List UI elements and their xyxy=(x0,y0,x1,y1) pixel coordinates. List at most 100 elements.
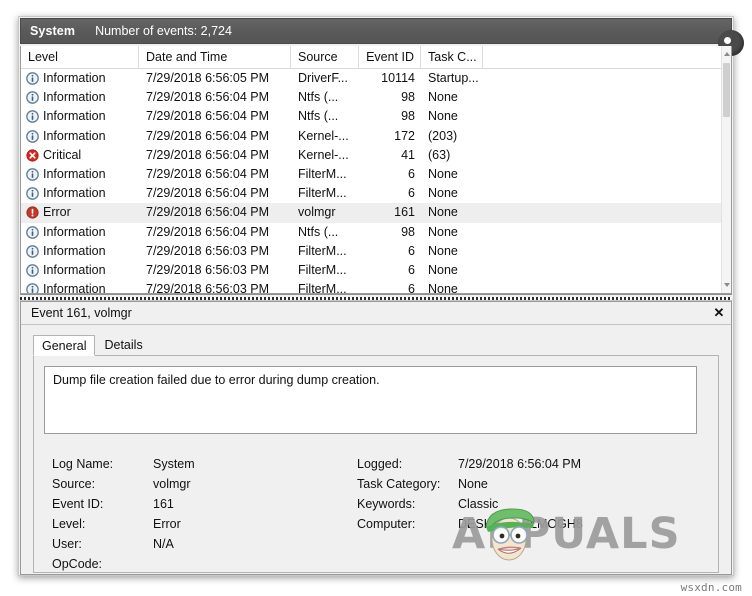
cell-level: Information xyxy=(21,280,139,293)
cell-source: FilterM... xyxy=(298,166,347,181)
log-name-label: System xyxy=(30,24,76,38)
cell-event-id: 6 xyxy=(408,243,415,258)
cell-source: Ntfs (... xyxy=(298,224,339,239)
cell-event-id: 10114 xyxy=(381,71,415,85)
table-row[interactable]: Information 7/29/2018 6:56:03 PM FilterM..… xyxy=(21,242,731,261)
cell-event-id: 6 xyxy=(408,282,415,294)
cell-task-category: None xyxy=(428,166,458,181)
information-icon xyxy=(26,129,39,143)
cell-level: Information xyxy=(21,261,139,280)
field-label: Logged: xyxy=(357,457,403,471)
cell-datetime: 7/29/2018 6:56:04 PM xyxy=(146,147,270,162)
scroll-down-arrow-icon[interactable] xyxy=(724,283,730,287)
cursor-knob-dot-icon xyxy=(724,37,731,44)
field-row: Source: volmgr xyxy=(52,474,352,494)
cell-event-id: 161 xyxy=(394,205,415,220)
level-label: Information xyxy=(43,166,106,181)
information-icon xyxy=(26,225,39,239)
level-label: Information xyxy=(43,243,106,258)
cell-level: Error xyxy=(21,203,139,222)
cell-event-id: 6 xyxy=(408,166,415,181)
close-icon[interactable]: ✕ xyxy=(710,304,728,322)
field-label: Source: xyxy=(52,477,96,491)
field-label: Log Name: xyxy=(52,457,114,471)
event-list-scrollbar[interactable] xyxy=(721,46,731,293)
field-row: Task Category: None xyxy=(357,474,687,494)
cell-task-category: (63) xyxy=(428,147,451,162)
cell-task-category: None xyxy=(428,224,458,239)
field-value: System xyxy=(153,457,195,471)
detail-tabstrip[interactable]: General Details xyxy=(33,333,731,356)
field-row: Level: Error xyxy=(52,514,352,534)
event-message-box[interactable]: Dump file creation failed due to error d… xyxy=(44,366,697,434)
cell-source: Ntfs (... xyxy=(298,90,339,105)
cell-level: Critical xyxy=(21,146,139,165)
column-header-event-id[interactable]: Event ID xyxy=(359,46,421,69)
field-label: Keywords: xyxy=(357,497,416,511)
field-row: Log Name: System xyxy=(52,454,352,474)
level-label: Information xyxy=(43,90,106,105)
cell-datetime: 7/29/2018 6:56:04 PM xyxy=(146,205,270,220)
table-row[interactable]: Information 7/29/2018 6:56:04 PM Ntfs (...… xyxy=(21,223,731,242)
cell-task-category: None xyxy=(428,205,458,220)
cell-level: Information xyxy=(21,69,139,88)
cell-datetime: 7/29/2018 6:56:04 PM xyxy=(146,224,270,239)
table-row[interactable]: Information 7/29/2018 6:56:03 PM FilterM..… xyxy=(21,261,731,280)
tab-general[interactable]: General xyxy=(33,335,96,356)
table-row[interactable]: Information 7/29/2018 6:56:03 PM FilterM..… xyxy=(21,280,731,294)
column-header-task-c[interactable]: Task C... xyxy=(421,46,483,69)
column-header-row[interactable]: Level Date and Time Source Event ID Task C..… xyxy=(21,46,731,69)
table-row[interactable]: Critical 7/29/2018 6:56:04 PM Kernel-... 41… xyxy=(21,146,731,165)
table-row[interactable]: Error 7/29/2018 6:56:04 PM volmgr 161 None xyxy=(21,203,731,223)
cell-task-category: None xyxy=(428,243,458,258)
field-label: Task Category: xyxy=(357,477,441,491)
field-value: DESKTOP-BLMOGH8 xyxy=(458,517,583,531)
information-icon xyxy=(26,72,39,85)
field-row: Event ID: 161 xyxy=(52,494,352,514)
cell-source: FilterM... xyxy=(298,262,347,277)
detail-tab-body: Dump file creation failed due to error d… xyxy=(33,355,719,573)
scrollbar-thumb[interactable] xyxy=(723,63,730,117)
table-row[interactable]: Information 7/29/2018 6:56:04 PM Ntfs (...… xyxy=(21,107,731,126)
table-row[interactable]: Information 7/29/2018 6:56:04 PM Ntfs (...… xyxy=(21,88,731,107)
table-row[interactable]: Information 7/29/2018 6:56:04 PM FilterM..… xyxy=(21,165,731,184)
cell-level: Information xyxy=(21,223,139,242)
field-label: Event ID: xyxy=(52,497,104,511)
cell-source: FilterM... xyxy=(298,282,347,294)
event-list-pane[interactable]: Level Date and Time Source Event ID Task C..… xyxy=(20,46,732,294)
cell-level: Information xyxy=(21,242,139,261)
field-value: 161 xyxy=(153,497,174,511)
detail-title-bar: Event 161, volmgr ✕ xyxy=(21,302,731,325)
cell-datetime: 7/29/2018 6:56:05 PM xyxy=(146,71,270,85)
log-header-bar: System Number of events: 2,724 xyxy=(20,18,732,44)
cell-datetime: 7/29/2018 6:56:03 PM xyxy=(146,262,270,277)
information-icon xyxy=(26,168,39,181)
column-header-level[interactable]: Level xyxy=(21,46,139,69)
cell-source: FilterM... xyxy=(298,243,347,258)
level-label: Information xyxy=(43,71,106,85)
field-row: Computer: DESKTOP-BLMOGH8 xyxy=(357,514,687,534)
pane-splitter[interactable] xyxy=(20,294,732,301)
detail-fields-left: Log Name: System Source: volmgr Event ID: 161… xyxy=(52,454,352,574)
tab-details[interactable]: Details xyxy=(95,334,151,355)
column-header-date-and-time[interactable]: Date and Time xyxy=(139,46,291,69)
level-label: Information xyxy=(43,109,106,124)
field-value: N/A xyxy=(153,537,174,551)
cell-source: Kernel-... xyxy=(298,147,349,162)
table-row[interactable]: Information 7/29/2018 6:56:04 PM FilterM..… xyxy=(21,184,731,203)
cell-event-id: 6 xyxy=(408,186,415,201)
field-label: Computer: xyxy=(357,517,416,531)
table-row[interactable]: Information 7/29/2018 6:56:04 PM Kernel-..… xyxy=(21,127,731,146)
cell-datetime: 7/29/2018 6:56:03 PM xyxy=(146,282,270,294)
cell-datetime: 7/29/2018 6:56:04 PM xyxy=(146,166,270,181)
level-label: Information xyxy=(43,186,106,201)
cell-level: Information xyxy=(21,107,139,126)
scroll-up-arrow-icon[interactable] xyxy=(724,52,730,56)
cell-source: DriverF... xyxy=(298,71,348,85)
cell-datetime: 7/29/2018 6:56:04 PM xyxy=(146,90,270,105)
field-label: OpCode: xyxy=(52,557,103,571)
column-header-source[interactable]: Source xyxy=(291,46,359,69)
event-rows[interactable]: Information 7/29/2018 6:56:05 PM DriverF..… xyxy=(21,69,731,294)
information-icon xyxy=(26,244,39,258)
table-row[interactable]: Information 7/29/2018 6:56:05 PM DriverF..… xyxy=(21,69,731,88)
